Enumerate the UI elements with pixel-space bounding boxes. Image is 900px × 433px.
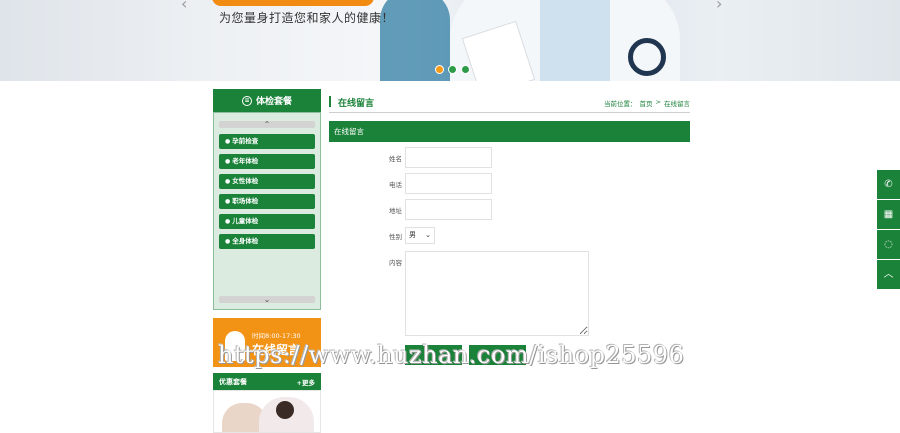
- breadcrumb-current[interactable]: 在线留言: [664, 98, 690, 108]
- breadcrumb-separator: >: [655, 98, 661, 106]
- banner-dot[interactable]: [435, 65, 444, 74]
- promo-more-link[interactable]: +更多: [297, 377, 315, 387]
- banner-figure-shirt: [540, 0, 610, 81]
- chevron-down-icon: ⌄: [263, 295, 271, 304]
- banner-dot[interactable]: [448, 65, 457, 74]
- banner-pagination: [435, 65, 470, 74]
- content-textarea[interactable]: [405, 251, 589, 336]
- phone-icon[interactable]: ✆: [877, 170, 900, 199]
- breadcrumb-home[interactable]: 首页: [640, 98, 653, 108]
- promo-title: 优惠套餐: [219, 378, 247, 386]
- gender-label: 性别: [389, 233, 402, 241]
- banner-dot[interactable]: [461, 65, 470, 74]
- promo-figure-head: [276, 401, 294, 419]
- sidebar-item-children[interactable]: ● 儿童体检: [219, 214, 315, 229]
- sidebar-item-label: 孕前检查: [232, 137, 259, 145]
- qrcode-icon[interactable]: ▦: [877, 200, 900, 229]
- phone-label: 电话: [389, 181, 402, 189]
- form-header: 在线留言: [329, 121, 690, 142]
- promo-image[interactable]: [213, 390, 321, 433]
- banner-slogan-pill: [212, 0, 374, 6]
- floating-toolbar: ✆ ▦ ◌ ︿: [877, 170, 900, 290]
- watermark: https://www.huzhan.com/ishop25596: [218, 341, 685, 369]
- address-label: 地址: [389, 207, 402, 215]
- back-to-top-icon[interactable]: ︿: [877, 260, 900, 289]
- sidebar-title: 体检套餐: [255, 97, 292, 107]
- sidebar-item-label: 儿童体检: [232, 217, 259, 225]
- sidebar-header: ≡ 体检套餐: [213, 89, 321, 112]
- sidebar-item-women[interactable]: ● 女性体检: [219, 174, 315, 189]
- promo-header: 优惠套餐 +更多: [213, 373, 321, 390]
- banner-slogan: 为您量身打造您和家人的健康！: [219, 11, 395, 25]
- bullet-icon: ●: [225, 198, 231, 205]
- sidebar-item-label: 老年体检: [232, 157, 259, 165]
- gender-select-value: 男: [409, 231, 416, 239]
- sidebar-item-workplace[interactable]: ● 职场体检: [219, 194, 315, 209]
- banner-prev-icon[interactable]: ‹: [181, 0, 187, 13]
- sidebar-item-label: 全身体检: [232, 237, 259, 245]
- title-accent-bar: [329, 96, 331, 107]
- section-header: 在线留言 当前位置： 首页 > 在线留言: [329, 95, 690, 113]
- breadcrumb: 当前位置： 首页 > 在线留言: [604, 98, 690, 108]
- content-label: 内容: [389, 259, 402, 267]
- name-label: 姓名: [389, 155, 402, 163]
- list-circle-icon: ≡: [241, 95, 252, 106]
- sidebar-item-label: 女性体检: [232, 177, 259, 185]
- hero-banner: 为您量身打造您和家人的健康！ ‹ ›: [0, 0, 900, 81]
- scroll-down-button[interactable]: ⌄: [219, 295, 315, 304]
- bullet-icon: ●: [225, 218, 231, 225]
- qq-icon[interactable]: ◌: [877, 230, 900, 259]
- bullet-icon: ●: [225, 178, 231, 185]
- bullet-icon: ●: [225, 238, 231, 245]
- bullet-icon: ●: [225, 158, 231, 165]
- bullet-icon: ●: [225, 138, 231, 145]
- breadcrumb-prefix: 当前位置：: [604, 100, 637, 108]
- address-input[interactable]: [405, 199, 492, 220]
- sidebar-item-elderly[interactable]: ● 老年体检: [219, 154, 315, 169]
- sidebar-package-list: ⌃ ● 孕前检查 ● 老年体检 ● 女性体检 ● 职场体检 ● 儿童体检 ● 全身体检 ⌄: [213, 112, 321, 310]
- page-title: 在线留言: [338, 99, 375, 109]
- banner-stethoscope: [628, 38, 666, 76]
- chevron-down-icon: ⌄: [425, 231, 431, 239]
- gender-select[interactable]: 男 ⌄: [405, 227, 435, 244]
- scroll-up-button[interactable]: ⌃: [219, 120, 315, 129]
- phone-input[interactable]: [405, 173, 492, 194]
- sidebar-item-label: 职场体检: [232, 197, 259, 205]
- service-hours: 时间8:00-17:30: [252, 332, 301, 340]
- banner-next-icon[interactable]: ›: [716, 0, 722, 13]
- chevron-up-icon: ⌃: [263, 120, 271, 129]
- sidebar-item-fullbody[interactable]: ● 全身体检: [219, 234, 315, 249]
- sidebar-item-pregnancy[interactable]: ● 孕前检查: [219, 134, 315, 149]
- name-input[interactable]: [405, 147, 492, 168]
